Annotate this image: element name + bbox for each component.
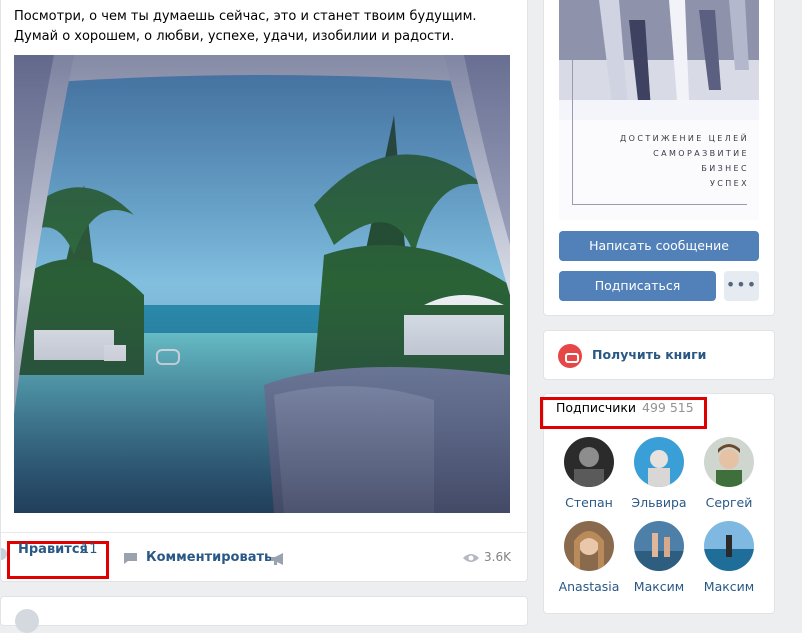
subscriber-name[interactable]: Максим [624,579,694,594]
views-icon [463,554,479,562]
subscriber-item[interactable]: Сергей [694,437,764,510]
comment-icon[interactable] [123,552,138,565]
subscriber-item[interactable]: Максим [694,521,764,594]
views-count: 3.6K [484,550,511,564]
cover-frame-line [572,60,573,205]
send-message-button[interactable]: Написать сообщение [559,231,759,261]
post-actions: Нравится 11 Комментировать 3.6K [1,532,529,582]
subscriber-item[interactable]: Максим [624,521,694,594]
avatar[interactable] [564,437,614,487]
like-button[interactable]: Нравится [18,542,88,557]
cover-text: УСПЕХ [709,179,749,188]
subscriber-name[interactable]: Степан [554,495,624,510]
cover-frame-line [572,204,747,205]
subscriber-item[interactable]: Anastasia [554,521,624,594]
subscribers-count[interactable]: 499 515 [642,400,694,415]
subscribers-title[interactable]: Подписчики [556,400,636,415]
get-books-link[interactable]: Получить книги [592,347,706,362]
avatar[interactable] [704,521,754,571]
comment-button[interactable]: Комментировать [146,550,272,565]
subscriber-item[interactable]: Степан [554,437,624,510]
next-post-card [0,596,528,633]
profile-card: ДОСТИЖЕНИЕ ЦЕЛЕЙ САМОРАЗВИТИЕ БИЗНЕС УСП… [543,0,775,316]
subscriber-name[interactable]: Максим [694,579,764,594]
more-icon[interactable]: ••• [724,271,759,301]
avatar[interactable] [634,437,684,487]
books-card[interactable]: Получить книги [543,330,775,380]
post-card: Посмотри, о чем ты думаешь сейчас, это и… [0,0,529,582]
cover-text: БИЗНЕС [701,164,749,173]
share-icon[interactable] [270,552,286,566]
like-count[interactable]: 11 [81,542,98,557]
subscriber-item[interactable]: Эльвира [624,437,694,510]
cover-text: ДОСТИЖЕНИЕ ЦЕЛЕЙ [620,134,749,143]
subscriber-name[interactable]: Эльвира [624,495,694,510]
post-text: Посмотри, о чем ты думаешь сейчас, это и… [14,9,477,44]
avatar[interactable] [564,521,614,571]
avatar[interactable] [704,437,754,487]
books-icon [558,344,582,368]
avatar[interactable] [15,609,39,633]
subscribers-card: Подписчики 499 515 Степан Эльвира Сергей… [540,393,775,614]
subscriber-name[interactable]: Anastasia [554,579,624,594]
avatar[interactable] [634,521,684,571]
post-photo[interactable] [14,55,510,513]
subscribe-button[interactable]: Подписаться [559,271,716,301]
cover-text: САМОРАЗВИТИЕ [653,149,749,158]
subscriber-name[interactable]: Сергей [694,495,764,510]
profile-cover[interactable]: ДОСТИЖЕНИЕ ЦЕЛЕЙ САМОРАЗВИТИЕ БИЗНЕС УСП… [559,0,759,220]
